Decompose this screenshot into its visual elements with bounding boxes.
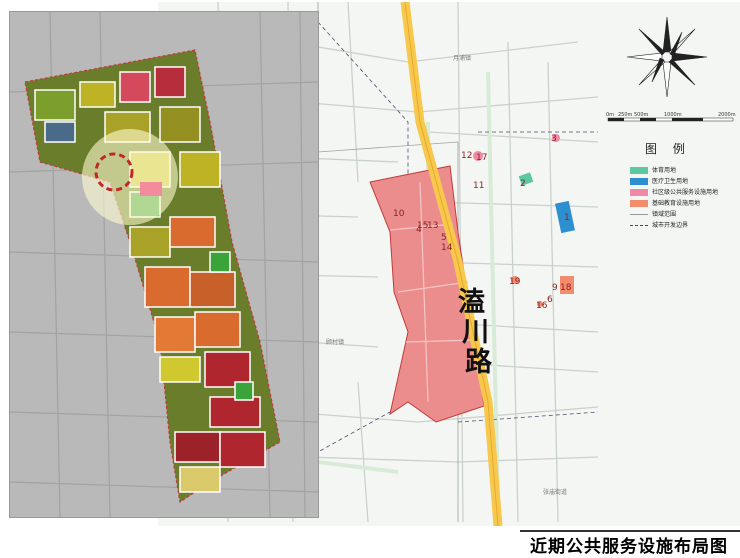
legend-item-dev-boundary: 城市开发边界 [630,221,688,231]
place-yuepu: 月浦镇 [453,54,471,62]
legend-swatch-education [630,200,648,207]
facility-label-17: 17 [476,153,487,163]
inset-landuse-map[interactable] [10,12,318,517]
facility-label-16: 16 [536,301,548,311]
facility-label-9: 9 [552,283,558,293]
legend-line-town [630,214,648,215]
facility-label-14: 14 [441,243,453,253]
facility-label-13: 13 [427,221,438,231]
facility-label-10: 10 [393,209,405,219]
legend-title: 图 例 [645,142,691,156]
scale-label-0: 0m [606,112,614,118]
title-bar: 近期公共服务设施布局图 [520,530,740,558]
legend-line-dev [630,225,648,226]
facility-label-5: 5 [441,233,447,243]
inset-map-svg [10,12,318,517]
road-label-char-3: 路 [465,347,492,378]
scale-label-2000: 2000m [718,112,736,118]
legend-swatch-medical [630,178,648,185]
scale-label-500: 500m [634,112,649,118]
place-gucun: 顾村镇 [326,338,344,346]
place-zhangmiao: 张庙街道 [543,488,567,496]
legend-item-sports: 体育用地 [630,166,676,176]
map-title: 近期公共服务设施布局图 [530,537,728,557]
facility-label-11: 11 [473,181,484,191]
compass-rose-icon [626,16,708,98]
scale-label-1000: 1000m [664,112,682,118]
facility-label-3: 3 [551,134,557,144]
facility-label-12: 12 [461,151,472,161]
facility-label-6: 6 [547,295,553,305]
facility-label-15: 15 [417,221,428,231]
scale-bar: 0m 250m 500m 1000m 2000m [606,112,736,122]
legend-item-education: 基础教育设施用地 [630,199,700,209]
legend-swatch-community [630,189,648,196]
legend-item-community: 社区级公共服务设施用地 [630,188,718,198]
scale-label-250: 250m [618,112,633,118]
legend-item-medical: 医疗卫生用地 [630,177,688,187]
legend-item-town-boundary: 镇域范围 [630,210,676,220]
facility-label-2: 2 [520,179,526,189]
legend-swatch-sports [630,167,648,174]
facility-label-18: 18 [560,283,572,293]
facility-label-1: 1 [564,213,570,223]
inset-facility-marker [140,182,162,196]
facility-label-19: 19 [509,277,521,287]
